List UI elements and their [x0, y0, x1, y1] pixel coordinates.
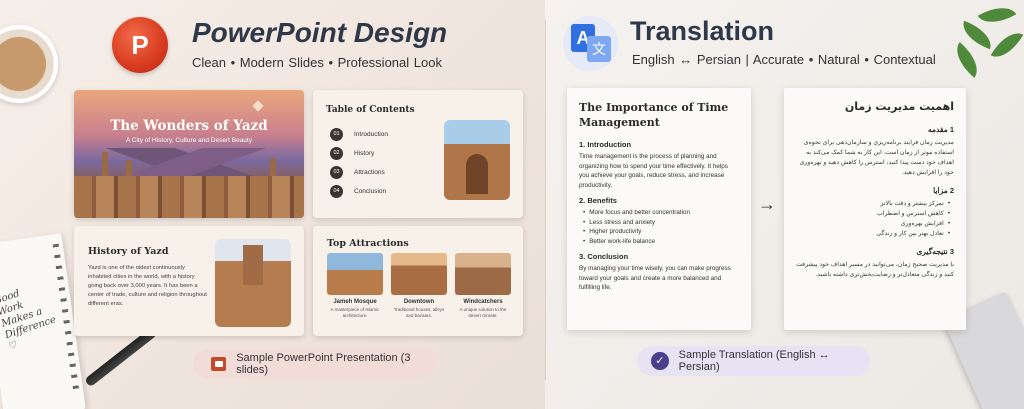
- fa-section-body: با مدیریت صحیح زمان، می‌توانید در مسیر ا…: [796, 261, 954, 278]
- attraction-desc: A masterpiece of Islamic architecture.: [330, 307, 380, 318]
- translate-logo-b: 文: [587, 36, 611, 62]
- ppt-sample-label: Sample PowerPoint Presentation (3 slides…: [236, 352, 411, 376]
- en-doc-title: The Importance of Time Management: [579, 101, 729, 129]
- slide-attractions: Top Attractions Jameh Mosque A masterpie…: [313, 226, 523, 336]
- ppt-sample-badge: Sample PowerPoint Presentation (3 slides…: [193, 349, 435, 379]
- toc-item: 03 Attractions: [330, 166, 385, 179]
- attraction-title: Downtown: [403, 299, 435, 305]
- list-item: افزایش بهره‌وری: [796, 219, 950, 229]
- list-item: Higher productivity: [583, 227, 739, 237]
- fa-section-heading: 1 مقدمه: [927, 125, 954, 134]
- slide-table-of-contents: Table of Contents 01 Introduction 02 Histo…: [313, 90, 523, 218]
- fa-benefits-list: تمرکز بیشتر و دقت بالاتر کاهش استرس و اض…: [796, 199, 954, 239]
- fa-section-body: مدیریت زمان فرایند برنامه‌ریزی و سازمان‌…: [799, 139, 954, 176]
- history-heading: History of Yazd: [88, 246, 169, 257]
- en-benefits-list: More focus and better concentration Less…: [579, 208, 739, 246]
- attraction-image: [327, 253, 383, 295]
- attraction-desc: A unique solution to the desert climate.: [459, 307, 507, 318]
- toc-number: 03: [330, 166, 343, 179]
- attraction-image: [391, 253, 447, 295]
- attraction-card: Jameh Mosque A masterpiece of Islamic ar…: [327, 253, 383, 325]
- toc-label: Attractions: [354, 169, 385, 176]
- translation-sample-badge: ✓ Sample Translation (English ↔ Persian): [637, 346, 870, 376]
- attraction-card: Downtown Traditional houses, alleys and …: [391, 253, 447, 325]
- list-item: تعادل بهتر بین کار و زندگی: [796, 229, 950, 239]
- toc-number: 01: [330, 128, 343, 141]
- slide-title-subheading: A City of History, Culture and Desert Be…: [126, 137, 252, 144]
- en-section-heading: 2. Benefits: [579, 196, 617, 205]
- toc-label: Conclusion: [354, 188, 387, 195]
- attraction-title: Jameh Mosque: [333, 299, 377, 305]
- en-section-heading: 3. Conclusion: [579, 252, 629, 261]
- list-item: تمرکز بیشتر و دقت بالاتر: [796, 199, 950, 209]
- arch-image: [466, 154, 488, 194]
- fa-section-heading: 3 نتیجه‌گیری: [916, 247, 954, 256]
- arrow-right-icon: →: [758, 194, 776, 214]
- toc-number: 04: [330, 185, 343, 198]
- slide-title: The Wonders of Yazd A City of History, C…: [74, 90, 304, 218]
- fa-doc-title: اهمیت مدیریت زمان: [844, 100, 954, 113]
- en-section-heading: 1. Introduction: [579, 140, 632, 149]
- attractions-heading: Top Attractions: [327, 238, 409, 249]
- history-body: Yazd is one of the oldest continuously i…: [88, 265, 207, 307]
- slide-title-heading: The Wonders of Yazd: [110, 118, 268, 134]
- windcatcher-image: [215, 239, 291, 327]
- list-item: Better work-life balance: [583, 237, 739, 247]
- powerpoint-logo-icon: P: [112, 17, 168, 73]
- ppt-subheading: Clean • Modern Slides • Professional Loo…: [192, 55, 442, 70]
- en-section-body: Time management is the process of planni…: [579, 153, 728, 189]
- toc-label: History: [354, 150, 375, 157]
- translation-sample-label: Sample Translation (English ↔ Persian): [678, 349, 830, 373]
- toc-heading: Table of Contents: [326, 105, 415, 115]
- english-document: The Importance of Time Management 1. Int…: [567, 88, 751, 330]
- en-section-body: By managing your time wisely, you can ma…: [579, 265, 731, 291]
- fa-section-heading: 2 مزایا: [933, 186, 954, 195]
- toc-label: Introduction: [354, 131, 388, 138]
- attraction-desc: Traditional houses, alleys and bazaars.: [393, 307, 445, 318]
- notebook-note: Good Work Makes a Difference ♡: [0, 288, 58, 353]
- list-item: More focus and better concentration: [583, 208, 739, 218]
- ornament-icon: [252, 100, 264, 112]
- translate-logo-icon: A 文: [563, 16, 618, 71]
- toc-item: 02 History: [330, 147, 374, 160]
- persian-document: اهمیت مدیریت زمان 1 مقدمه مدیریت زمان فر…: [784, 88, 966, 330]
- powerpoint-logo-letter: P: [131, 29, 149, 60]
- attraction-title: Windcatchers: [463, 299, 503, 305]
- translation-heading: Translation: [630, 16, 775, 46]
- check-icon: ✓: [651, 352, 669, 370]
- toc-item: 01 Introduction: [330, 128, 388, 141]
- list-item: Less stress and anxiety: [583, 218, 739, 228]
- tower-image: [243, 245, 263, 285]
- presentation-icon: [211, 357, 227, 371]
- ppt-heading: PowerPoint Design: [192, 17, 448, 48]
- list-item: کاهش استرس و اضطراب: [796, 209, 950, 219]
- toc-item: 04 Conclusion: [330, 185, 386, 198]
- city-skyline-image: [74, 176, 304, 218]
- toc-number: 02: [330, 147, 343, 160]
- attraction-card: Windcatchers A unique solution to the de…: [455, 253, 511, 325]
- mosque-image: [444, 120, 510, 200]
- slide-history: History of Yazd Yazd is one of the oldes…: [74, 226, 304, 336]
- plant-image: [940, 0, 1024, 88]
- attraction-image: [455, 253, 511, 295]
- translation-subheading: English ↔ Persian | Accurate • Natural •…: [632, 52, 936, 67]
- section-divider: [545, 20, 546, 380]
